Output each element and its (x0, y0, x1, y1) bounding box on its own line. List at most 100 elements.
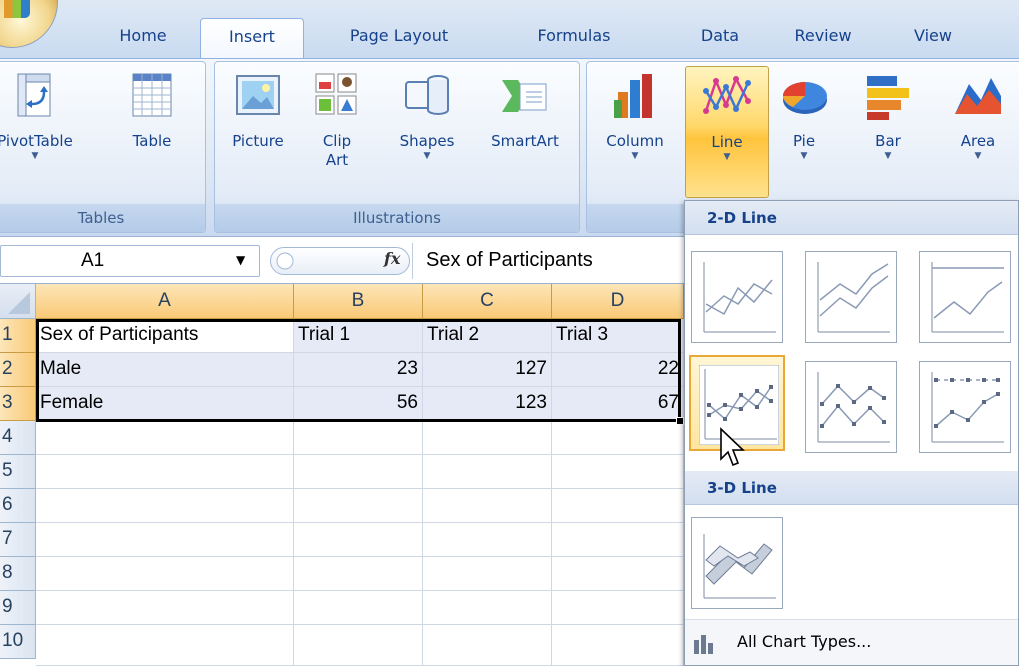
chevron-down-icon: ▼ (423, 151, 431, 161)
3d-line-thumbnail-icon (703, 534, 776, 599)
clip-art-button[interactable]: Clip Art (307, 70, 367, 170)
thumb-100-percent-stacked-line[interactable] (919, 251, 1011, 343)
cell-empty[interactable] (36, 625, 294, 666)
cell-empty[interactable] (552, 489, 684, 523)
line-chart-button[interactable]: Line ▼ (685, 66, 769, 198)
thumb-100-percent-stacked-line-with-markers[interactable] (919, 361, 1011, 453)
office-logo-icon (4, 0, 30, 18)
row-header-1[interactable]: 1 (0, 319, 36, 353)
pivottable-button[interactable]: PivotTable ▼ (0, 70, 73, 161)
row-header-8[interactable]: 8 (0, 557, 36, 591)
picture-button[interactable]: Picture (225, 70, 291, 151)
cell-empty[interactable] (294, 523, 423, 557)
smartart-label: SmartArt (491, 132, 559, 150)
tab-page-layout[interactable]: Page Layout (326, 18, 472, 58)
bar-chart-button[interactable]: Bar ▼ (853, 70, 923, 161)
cell-empty[interactable] (294, 557, 423, 591)
cell-empty[interactable] (423, 455, 552, 489)
area-chart-button[interactable]: Area ▼ (943, 70, 1013, 161)
fill-handle[interactable] (676, 417, 684, 425)
circle-handle-icon (276, 252, 294, 270)
pie-chart-button[interactable]: Pie ▼ (773, 70, 835, 161)
tab-data[interactable]: Data (688, 18, 752, 58)
cell-empty[interactable] (423, 421, 552, 455)
cell-empty[interactable] (552, 421, 684, 455)
excel-window: Home Insert Page Layout Formulas Data Re… (0, 0, 1019, 666)
tab-formulas[interactable]: Formulas (522, 18, 626, 58)
chevron-down-icon: ▼ (31, 151, 39, 161)
insert-function-icon[interactable]: fx (384, 249, 400, 268)
cell-empty[interactable] (36, 523, 294, 557)
cell-empty[interactable] (294, 591, 423, 625)
column-header-b[interactable]: B (294, 284, 423, 319)
tab-home[interactable]: Home (100, 18, 186, 58)
row-header-9[interactable]: 9 (0, 591, 36, 625)
cell-empty[interactable] (552, 523, 684, 557)
all-chart-types-item[interactable]: All Chart Types... (685, 619, 1018, 665)
illustrations-group: Picture Clip Art Shapes ▼ SmartArt Illus… (214, 61, 580, 233)
table-icon (127, 70, 177, 122)
cell-empty[interactable] (423, 625, 552, 666)
formula-bar: A1 ▼ fx Sex of Participants (0, 236, 684, 284)
cell-empty[interactable] (36, 455, 294, 489)
shapes-button[interactable]: Shapes ▼ (387, 70, 467, 161)
row-header-10[interactable]: 10 (0, 625, 36, 659)
column-header-a[interactable]: A (36, 284, 294, 319)
chevron-down-icon: ▼ (723, 152, 731, 162)
column-chart-icon (610, 70, 660, 122)
column-header-d[interactable]: D (552, 284, 684, 319)
table-button[interactable]: Table (117, 70, 187, 151)
tables-group-label: Tables (0, 204, 205, 232)
cell-empty[interactable] (36, 557, 294, 591)
thumb-stacked-line-with-markers[interactable] (805, 361, 897, 453)
pie-chart-icon (779, 70, 829, 122)
cell-empty[interactable] (552, 591, 684, 625)
row-header-2[interactable]: 2 (0, 353, 36, 387)
pivottable-icon (10, 70, 60, 122)
cell-empty[interactable] (423, 523, 552, 557)
cell-empty[interactable] (552, 625, 684, 666)
cell-empty[interactable] (294, 625, 423, 666)
cell-empty[interactable] (36, 489, 294, 523)
mouse-cursor-icon (720, 427, 745, 467)
tab-view[interactable]: View (896, 18, 970, 58)
cell-empty[interactable] (423, 591, 552, 625)
thumb-stacked-line[interactable] (805, 251, 897, 343)
clip-art-label-line2: Art (325, 151, 349, 169)
cell-empty[interactable] (423, 557, 552, 591)
cell-empty[interactable] (294, 421, 423, 455)
triangle-icon (8, 292, 30, 314)
cell-empty[interactable] (552, 557, 684, 591)
smartart-button[interactable]: SmartArt (477, 70, 573, 151)
select-all-button[interactable] (0, 284, 36, 319)
clip-art-label-line1: Clip (322, 132, 352, 150)
bar-label: Bar (875, 132, 901, 150)
section-2d-line: 2-D Line (685, 201, 1018, 235)
tab-insert[interactable]: Insert (200, 18, 304, 58)
picture-label: Picture (232, 132, 284, 150)
row-header-6[interactable]: 6 (0, 489, 36, 523)
section-3d-line: 3-D Line (685, 471, 1018, 505)
stacked-line-thumbnail-icon (817, 262, 890, 333)
column-header-c[interactable]: C (423, 284, 552, 319)
name-box[interactable]: A1 (0, 245, 260, 277)
cell-empty[interactable] (294, 489, 423, 523)
row-header-4[interactable]: 4 (0, 421, 36, 455)
name-box-dropdown-icon[interactable]: ▼ (236, 253, 245, 267)
row-header-7[interactable]: 7 (0, 523, 36, 557)
thumb-line[interactable] (691, 251, 783, 343)
row-header-5[interactable]: 5 (0, 455, 36, 489)
illustrations-group-label: Illustrations (215, 204, 579, 232)
line-chart-icon (702, 71, 752, 123)
formula-input[interactable]: Sex of Participants (426, 246, 593, 274)
cell-empty[interactable] (552, 455, 684, 489)
column-chart-button[interactable]: Column ▼ (597, 70, 673, 161)
thumb-3d-line[interactable] (691, 517, 783, 609)
tab-review[interactable]: Review (778, 18, 868, 58)
row-header-3[interactable]: 3 (0, 387, 36, 421)
cell-empty[interactable] (36, 421, 294, 455)
cell-empty[interactable] (294, 455, 423, 489)
cell-empty[interactable] (423, 489, 552, 523)
cell-empty[interactable] (36, 591, 294, 625)
percent-stacked-line-thumbnail-icon (931, 262, 1004, 333)
